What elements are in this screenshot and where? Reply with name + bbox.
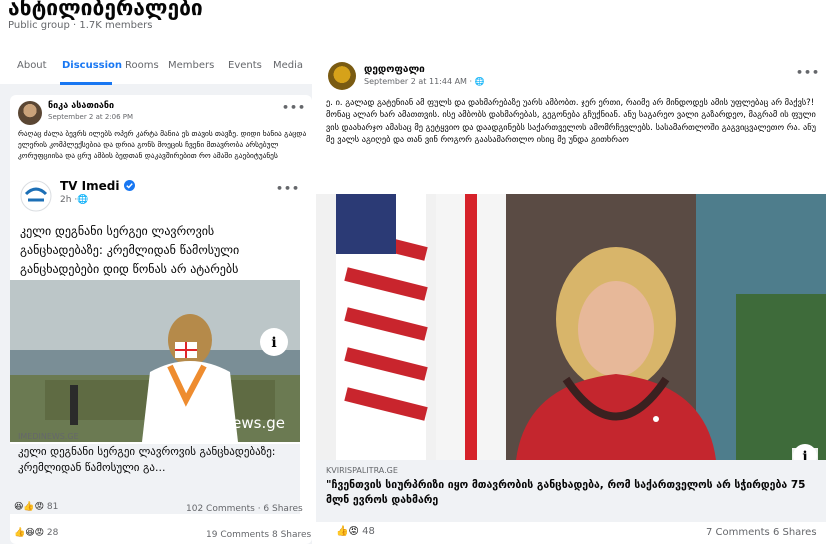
- shares-count: 6 Shares: [263, 504, 303, 514]
- reaction-icons[interactable]: 👍😡 48: [336, 526, 375, 537]
- shared-headline: კელი დეგნანი სერგეი ლავროვის განცხადებაზ…: [20, 224, 240, 276]
- reaction-icons[interactable]: 👍😆😡 28: [14, 528, 58, 538]
- post-time: September 2 at 11:44 AM: [364, 77, 467, 86]
- laugh-reaction-icon: 😆: [14, 502, 24, 512]
- reaction-count: 28: [46, 528, 59, 538]
- post-text: რაღაც ძალა ბევრს ილებს ოპერ კარტა მანია …: [18, 129, 307, 160]
- post-author[interactable]: ნიკა ასათიანი: [48, 101, 114, 111]
- link-domain: KVIRISPALITRA.GE: [326, 466, 398, 475]
- tab-rooms[interactable]: Rooms: [125, 60, 159, 71]
- svg-text:i: i: [271, 335, 276, 351]
- comments-shares[interactable]: 19 Comments 8 Shares: [206, 530, 311, 540]
- reaction-count: 81: [46, 502, 59, 512]
- news-image[interactable]: i: [316, 194, 826, 460]
- shares-count: 6 Shares: [772, 527, 817, 538]
- shares-count: 8 Shares: [271, 530, 312, 540]
- like-reaction-icon: 👍: [23, 502, 35, 512]
- reaction-icons[interactable]: 😆👍😡 81: [14, 502, 58, 512]
- shared-post-time[interactable]: 2h ·🌐: [60, 195, 88, 205]
- group-meta: Public group · 1.7K members: [8, 20, 153, 31]
- comments-count: 7 Comments: [706, 527, 770, 538]
- svg-text:i: i: [802, 449, 807, 460]
- link-domain: IMEDINEWS.GE: [18, 432, 79, 441]
- image-watermark: imedinews.ge: [181, 414, 285, 432]
- news-image[interactable]: i imedinews.ge: [10, 280, 300, 442]
- post-author[interactable]: დედოფალი: [364, 64, 425, 75]
- post-time[interactable]: September 2 at 2:06 PM: [48, 113, 133, 121]
- tv-imedi-logo-icon[interactable]: [20, 180, 52, 212]
- post-text: ე. ი. გალად გატენიან ამ ფულს და დახმარებ…: [326, 97, 817, 144]
- verified-badge-icon: [123, 180, 135, 191]
- link-title: კელი დეგნანი სერგეი ლავროვის განცხადებაზ…: [18, 445, 276, 474]
- tab-media[interactable]: Media: [273, 60, 303, 71]
- avatar[interactable]: [328, 62, 356, 90]
- tab-discussion[interactable]: Discussion: [62, 60, 122, 71]
- shared-time-text: 2h: [60, 195, 72, 205]
- comments-shares[interactable]: 7 Comments 6 Shares: [706, 527, 817, 538]
- georgia-flag: [436, 194, 506, 460]
- haha-reaction-icon: 😆: [25, 528, 35, 538]
- more-options-icon[interactable]: •••: [276, 182, 300, 195]
- post-card: დედოფალი September 2 at 11:44 AM · 🌐 •••…: [316, 56, 830, 544]
- more-options-icon[interactable]: •••: [796, 66, 820, 79]
- link-preview[interactable]: KVIRISPALITRA.GE "ჩვენთვის სიურპრიზი იყო…: [316, 460, 826, 522]
- tab-about[interactable]: About: [17, 60, 47, 71]
- angry-reaction-icon: 😡: [34, 502, 44, 512]
- shared-post: TV Imedi 2h ·🌐 ••• კელი დეგნანი სერგეი ლ…: [10, 174, 300, 476]
- page-name[interactable]: TV Imedi: [60, 179, 135, 193]
- comments-count: 102 Comments: [186, 504, 255, 514]
- angry-reaction-icon: 😡: [348, 526, 359, 537]
- group-title[interactable]: ანტილიბერალები: [8, 0, 203, 20]
- group-header: ანტილიბერალები Public group · 1.7K membe…: [0, 0, 312, 85]
- comments-count: 19 Comments: [206, 530, 270, 540]
- active-tab-indicator: [60, 82, 112, 85]
- avatar[interactable]: [18, 101, 42, 125]
- watermark-logo: მითების დეტექტორი: [34, 39, 190, 71]
- comments-shares[interactable]: 102 Comments · 6 Shares: [186, 504, 303, 514]
- us-flag: [336, 194, 428, 460]
- globe-icon: ·🌐: [74, 195, 89, 205]
- globe-icon: 🌐: [474, 77, 485, 86]
- angry-reaction-icon: 😡: [34, 528, 44, 538]
- like-reaction-icon: 👍: [14, 528, 26, 538]
- watermark-text: მითების დეტექტორი: [62, 41, 190, 55]
- post-time-wrap[interactable]: September 2 at 11:44 AM · 🌐: [364, 77, 485, 86]
- tab-members[interactable]: Members: [168, 60, 214, 71]
- like-reaction-icon: 👍: [336, 526, 349, 537]
- more-options-icon[interactable]: •••: [282, 101, 306, 114]
- left-screenshot-panel: ანტილიბერალები Public group · 1.7K membe…: [0, 0, 312, 544]
- link-title: "ჩვენთვის სიურპრიზი იყო მთავრობის განცხა…: [326, 479, 806, 506]
- page-name-text: TV Imedi: [60, 179, 120, 193]
- reaction-count: 48: [362, 526, 375, 537]
- tab-events[interactable]: Events: [228, 60, 262, 71]
